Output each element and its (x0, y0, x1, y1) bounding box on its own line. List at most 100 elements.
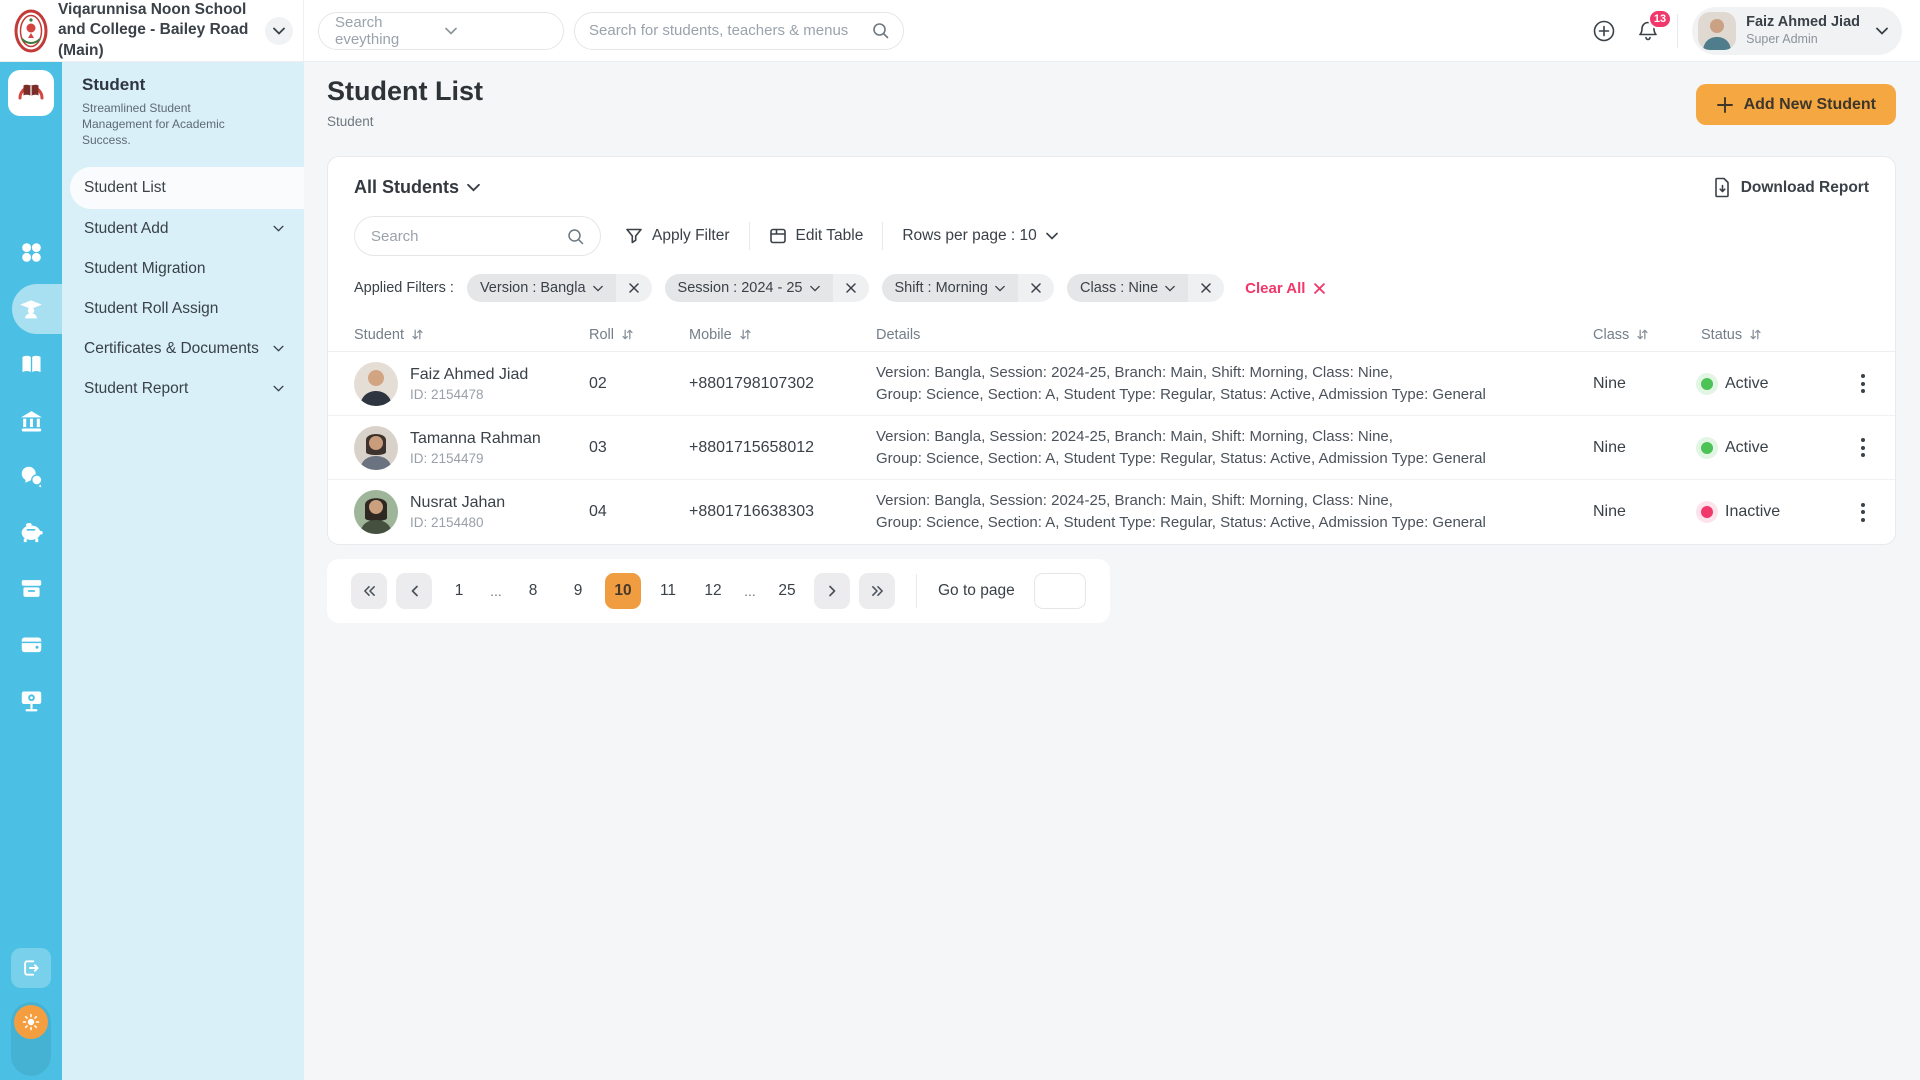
goto-page-input[interactable] (1034, 573, 1086, 609)
column-header-mobile[interactable]: Mobile (689, 327, 876, 343)
filter-chip-class-dropdown[interactable]: Class : Nine (1067, 274, 1188, 302)
support-device-icon[interactable] (0, 678, 62, 722)
previous-page-button[interactable] (396, 573, 432, 609)
sidebar-item-student-migration[interactable]: Student Migration (62, 249, 304, 289)
mobile-cell: +8801715658012 (689, 439, 876, 457)
messages-icon[interactable] (0, 454, 62, 498)
remove-filter-icon[interactable] (1018, 274, 1054, 302)
inventory-archive-icon[interactable] (0, 566, 62, 610)
institution-icon[interactable] (0, 399, 62, 443)
table-row[interactable]: Faiz Ahmed Jiad ID: 2154478 02 +88017981… (328, 352, 1895, 416)
remove-filter-icon[interactable] (833, 274, 869, 302)
row-actions-kebab-icon[interactable] (1855, 499, 1871, 526)
chevron-down-icon (1876, 27, 1888, 35)
clear-all-filters-button[interactable]: Clear All (1245, 280, 1325, 297)
filter-chip-shift: Shift : Morning (882, 274, 1055, 302)
school-chevron-down-icon[interactable] (265, 17, 293, 45)
sidebar-item-student-report[interactable]: Student Report (62, 369, 304, 409)
savings-piggy-icon[interactable] (0, 510, 62, 554)
column-header-status[interactable]: Status (1701, 327, 1831, 343)
filter-chip-version: Version : Bangla (467, 274, 652, 302)
table-row[interactable]: Nusrat Jahan ID: 2154480 04 +88017166383… (328, 480, 1895, 544)
main-content: Student List Student Add New Student All… (304, 62, 1920, 1080)
students-icon[interactable] (0, 287, 62, 331)
page-button[interactable]: 8 (515, 573, 551, 609)
search-scope-select[interactable]: Search eveything (318, 12, 564, 50)
class-cell: Nine (1593, 503, 1701, 521)
library-book-icon[interactable] (0, 342, 62, 386)
filter-funnel-icon (625, 227, 643, 245)
edit-table-button[interactable]: Edit Table (769, 227, 864, 245)
sort-icon (411, 328, 424, 341)
view-selector[interactable]: All Students (354, 177, 480, 198)
page-button[interactable]: 12 (695, 573, 731, 609)
student-name: Nusrat Jahan (410, 494, 505, 512)
topbar-actions: 13 Faiz Ahmed Jiad Super Admin (1589, 7, 1920, 55)
download-report-button[interactable]: Download Report (1713, 177, 1869, 198)
status-dot (1701, 442, 1713, 454)
class-cell: Nine (1593, 375, 1701, 393)
student-name: Faiz Ahmed Jiad (410, 366, 528, 384)
add-circle-icon[interactable] (1589, 16, 1619, 46)
table-row[interactable]: Tamanna Rahman ID: 2154479 03 +880171565… (328, 416, 1895, 480)
filter-chip-version-dropdown[interactable]: Version : Bangla (467, 274, 616, 302)
details-cell: Version: Bangla, Session: 2024-25, Branc… (876, 490, 1593, 534)
page-button[interactable]: 11 (650, 573, 686, 609)
notification-badge: 13 (1648, 9, 1672, 29)
column-header-details: Details (876, 327, 1593, 343)
page-button[interactable]: 25 (769, 573, 805, 609)
logout-icon[interactable] (11, 948, 51, 988)
row-actions-kebab-icon[interactable] (1855, 370, 1871, 397)
filter-chip-session-dropdown[interactable]: Session : 2024 - 25 (665, 274, 833, 302)
sidebar-item-student-list[interactable]: Student List (70, 167, 304, 209)
details-cell: Version: Bangla, Session: 2024-25, Branc… (876, 362, 1593, 406)
remove-filter-icon[interactable] (616, 274, 652, 302)
remove-filter-icon[interactable] (1188, 274, 1224, 302)
add-new-student-button[interactable]: Add New Student (1696, 84, 1896, 125)
row-actions-kebab-icon[interactable] (1855, 434, 1871, 461)
first-page-button[interactable] (351, 573, 387, 609)
applied-filters-label: Applied Filters : (354, 280, 454, 296)
mobile-cell: +8801798107302 (689, 375, 876, 393)
sidebar-item-student-add[interactable]: Student Add (62, 209, 304, 249)
current-page-button[interactable]: 10 (605, 573, 641, 609)
table-search-input[interactable] (371, 228, 559, 245)
roll-cell: 02 (589, 375, 689, 393)
apply-filter-button[interactable]: Apply Filter (625, 227, 730, 245)
table-header: Student Roll Mobile Details Class Status (328, 318, 1895, 352)
column-header-class[interactable]: Class (1593, 327, 1701, 343)
column-header-student[interactable]: Student (354, 327, 589, 343)
class-cell: Nine (1593, 439, 1701, 457)
notifications-bell-icon[interactable]: 13 (1633, 16, 1663, 46)
profile-menu[interactable]: Faiz Ahmed Jiad Super Admin (1692, 7, 1902, 55)
sidebar-item-certificates-documents[interactable]: Certificates & Documents (62, 329, 304, 369)
rows-per-page-select[interactable]: Rows per page : 10 (902, 227, 1057, 245)
school-logo (14, 9, 48, 53)
status-dot (1701, 506, 1713, 518)
divider (749, 222, 750, 250)
column-header-roll[interactable]: Roll (589, 327, 689, 343)
download-document-icon (1713, 177, 1732, 198)
user-name: Faiz Ahmed Jiad (1746, 14, 1860, 31)
next-page-button[interactable] (814, 573, 850, 609)
wallet-icon[interactable] (0, 622, 62, 666)
dashboard-icon[interactable] (0, 230, 62, 274)
sort-icon (1636, 328, 1649, 341)
theme-sun-icon[interactable] (14, 1005, 48, 1039)
filter-chip-shift-dropdown[interactable]: Shift : Morning (882, 274, 1019, 302)
icon-rail (0, 62, 62, 1080)
theme-toggle[interactable] (11, 1002, 51, 1076)
plus-icon (1716, 96, 1734, 114)
sidebar-item-student-roll-assign[interactable]: Student Roll Assign (62, 289, 304, 329)
chevron-down-icon (445, 27, 547, 35)
sidebar-menu: Student Streamlined Student Management f… (62, 62, 304, 1080)
app-logo[interactable] (8, 70, 54, 116)
student-id: ID: 2154478 (410, 387, 528, 402)
page-button[interactable]: 9 (560, 573, 596, 609)
roll-cell: 03 (589, 439, 689, 457)
avatar (354, 490, 398, 534)
last-page-button[interactable] (859, 573, 895, 609)
page-button[interactable]: 1 (441, 573, 477, 609)
global-search-input[interactable] (589, 22, 864, 39)
school-selector[interactable]: Viqarunnisa Noon School and College - Ba… (0, 0, 304, 61)
